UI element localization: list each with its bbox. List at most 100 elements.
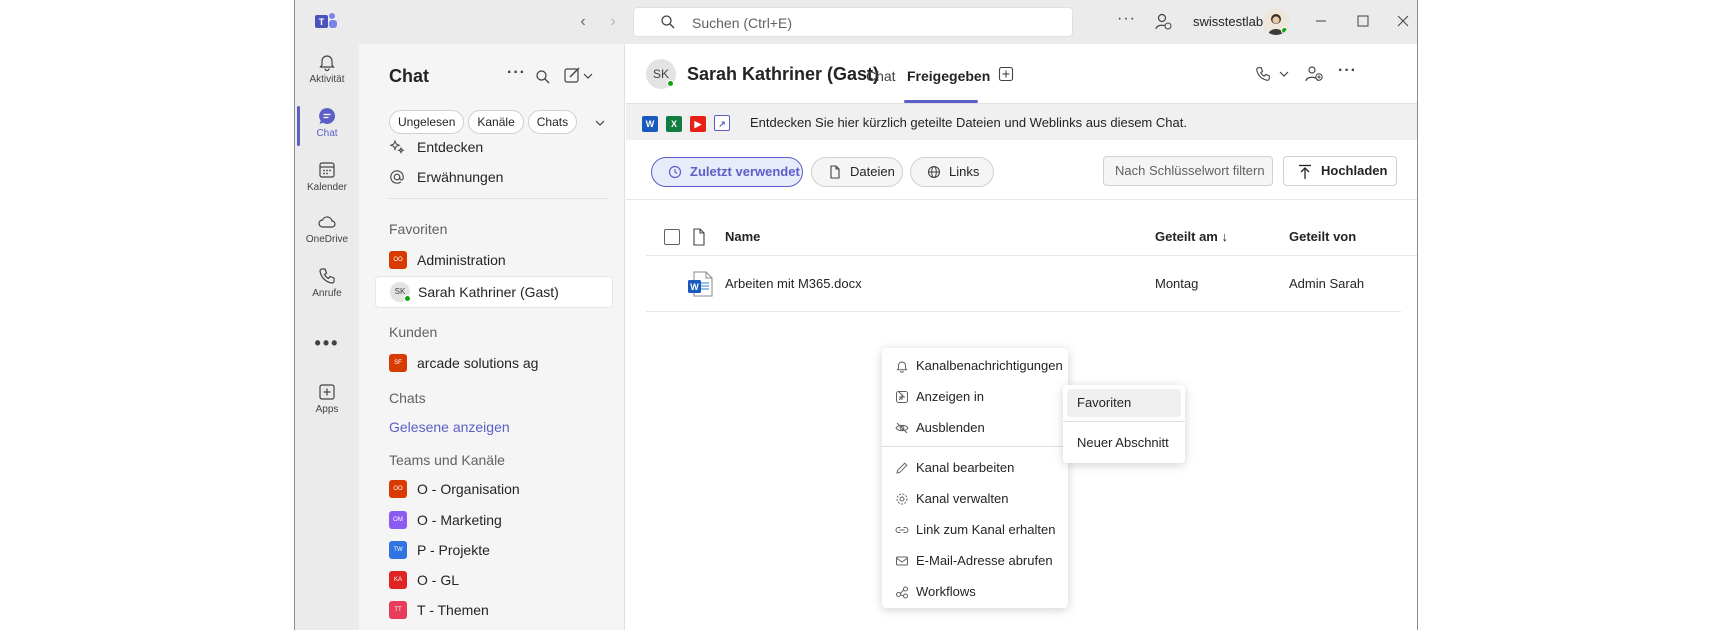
menu-item-workflows[interactable]: Workflows <box>882 578 1068 606</box>
menu-item-label: Kanalbenachrichtigungen <box>916 358 1063 373</box>
tab-shared[interactable]: Freigegeben <box>907 68 990 84</box>
bell-icon <box>896 361 908 373</box>
rail-label: Apps <box>315 404 339 415</box>
phone-icon <box>319 268 335 284</box>
favorite-item[interactable]: OO Administration <box>375 245 613 275</box>
menu-item-hide[interactable]: Ausblenden <box>882 414 1068 442</box>
select-all-checkbox[interactable] <box>664 229 680 245</box>
svg-text:W: W <box>690 282 699 292</box>
team-item[interactable]: TT T - Themen <box>375 595 613 625</box>
menu-item-edit-channel[interactable]: Kanal bearbeiten <box>882 454 1068 482</box>
filter-chats[interactable]: Chats <box>527 110 578 134</box>
team-item[interactable]: OM O - Marketing <box>375 505 613 535</box>
contact-name: Sarah Kathriner (Gast) <box>687 64 880 84</box>
presence-available-icon <box>1281 27 1288 34</box>
close-icon[interactable] <box>1393 11 1413 31</box>
more-options-icon[interactable]: ··· <box>1117 10 1136 28</box>
chevron-down-icon[interactable] <box>593 116 607 130</box>
section-chats[interactable]: Chats <box>389 390 426 406</box>
tab-chat[interactable]: Chat <box>866 68 896 84</box>
title-bar: T ‹ › Suchen (Ctrl+E) ··· swisstestlab <box>295 0 1417 44</box>
org-person-icon[interactable] <box>1153 12 1173 32</box>
filter-channels[interactable]: Kanäle <box>468 110 524 134</box>
more-options-icon[interactable]: ··· <box>1338 62 1357 80</box>
discover-label: Entdecken <box>417 139 484 155</box>
rail-item-activity[interactable]: Aktivität <box>295 46 359 96</box>
customer-item[interactable]: SF arcade solutions ag <box>375 348 613 378</box>
rail-item-calendar[interactable]: Kalender <box>295 154 359 204</box>
section-teams[interactable]: Teams und Kanäle <box>389 452 505 468</box>
team-item[interactable]: KA O - GL <box>375 565 613 595</box>
youtube-icon: ▶ <box>690 116 706 132</box>
pane-search-icon[interactable] <box>535 66 551 88</box>
rail-item-onedrive[interactable]: OneDrive <box>295 206 359 256</box>
section-customers[interactable]: Kunden <box>389 324 437 340</box>
files-button[interactable]: Dateien <box>811 157 903 187</box>
file-name[interactable]: Arbeiten mit M365.docx <box>725 276 862 291</box>
recent-button[interactable]: Zuletzt verwendet <box>651 157 803 187</box>
history-icon <box>668 165 682 179</box>
rail-item-apps[interactable]: Apps <box>295 376 359 426</box>
more-apps-icon[interactable]: ••• <box>295 333 359 354</box>
rail-label: OneDrive <box>305 234 349 245</box>
team-label: O - Organisation <box>417 481 520 497</box>
submenu-item-new-section[interactable]: Neuer Abschnitt <box>1067 429 1181 457</box>
team-badge: TT <box>389 601 407 619</box>
filter-unread[interactable]: Ungelesen <box>389 110 465 134</box>
upload-label: Hochladen <box>1321 163 1388 178</box>
active-indicator <box>297 106 300 146</box>
app-icons: W X ▶ ↗ <box>642 114 738 132</box>
menu-item-email-address[interactable]: E-Mail-Adresse abrufen <box>882 547 1068 575</box>
people-add-icon[interactable] <box>1304 65 1324 83</box>
menu-item-show-in[interactable]: Anzeigen in <box>882 383 1068 411</box>
team-item[interactable]: OO O - Organisation <box>375 474 613 504</box>
back-icon[interactable]: ‹ <box>573 12 593 32</box>
column-name[interactable]: Name <box>725 229 760 244</box>
call-icon[interactable] <box>1254 65 1272 83</box>
rail-item-chat[interactable]: Chat <box>295 100 359 150</box>
shared-date: Montag <box>1155 276 1199 291</box>
column-shared-date[interactable]: Geteilt am ↓ <box>1155 229 1228 244</box>
menu-item-get-link[interactable]: Link zum Kanal erhalten <box>882 516 1068 544</box>
menu-item-label: Kanal bearbeiten <box>916 460 1015 475</box>
tenant-name[interactable]: swisstestlab <box>1193 14 1263 29</box>
links-button[interactable]: Links <box>910 157 994 187</box>
discover-item[interactable]: Entdecken <box>375 132 613 162</box>
section-favorites[interactable]: Favoriten <box>389 221 447 237</box>
presence-available-icon <box>404 295 411 302</box>
submenu-item-favorites[interactable]: Favoriten <box>1067 389 1181 417</box>
maximize-icon[interactable] <box>1353 11 1373 31</box>
active-tab-indicator <box>904 100 978 103</box>
calendar-icon <box>319 162 335 178</box>
pane-more-icon[interactable]: ··· <box>507 64 526 86</box>
show-read-link[interactable]: Gelesene anzeigen <box>389 419 510 435</box>
mentions-item[interactable]: Erwähnungen <box>375 162 613 192</box>
upload-button[interactable]: Hochladen <box>1283 156 1397 186</box>
file-type-icon <box>693 228 705 246</box>
minimize-icon[interactable] <box>1311 11 1331 31</box>
add-tab-icon[interactable] <box>998 66 1014 82</box>
keyword-filter-input[interactable]: Nach Schlüsselwort filtern <box>1103 156 1273 186</box>
link-icon <box>895 527 909 533</box>
pencil-icon <box>896 462 908 474</box>
column-shared-date-label: Geteilt am <box>1155 229 1218 244</box>
column-shared-by[interactable]: Geteilt von <box>1289 229 1356 244</box>
file-icon <box>830 165 840 179</box>
rail-label: Aktivität <box>309 74 345 85</box>
search-input[interactable]: Suchen (Ctrl+E) <box>633 7 1073 37</box>
rail-item-calls[interactable]: Anrufe <box>295 260 359 310</box>
menu-item-notifications[interactable]: Kanalbenachrichtigungen <box>882 352 1068 380</box>
pane-title: Chat <box>389 66 429 86</box>
table-row[interactable]: W Arbeiten mit M365.docx Montag Admin Sa… <box>646 256 1401 312</box>
team-badge: TW <box>389 541 407 559</box>
menu-item-manage-channel[interactable]: Kanal verwalten <box>882 485 1068 513</box>
team-badge: SF <box>389 354 407 372</box>
user-avatar[interactable] <box>1263 9 1289 35</box>
forward-icon[interactable]: › <box>603 12 623 32</box>
files-toolbar: Zuletzt verwendet Dateien Links Nach Sch… <box>626 140 1417 200</box>
chevron-down-icon[interactable] <box>1278 68 1290 80</box>
team-badge: OO <box>389 480 407 498</box>
compose-icon[interactable] <box>564 65 594 87</box>
favorite-item-selected[interactable]: SK Sarah Kathriner (Gast) <box>375 276 613 308</box>
team-item[interactable]: TW P - Projekte <box>375 535 613 565</box>
